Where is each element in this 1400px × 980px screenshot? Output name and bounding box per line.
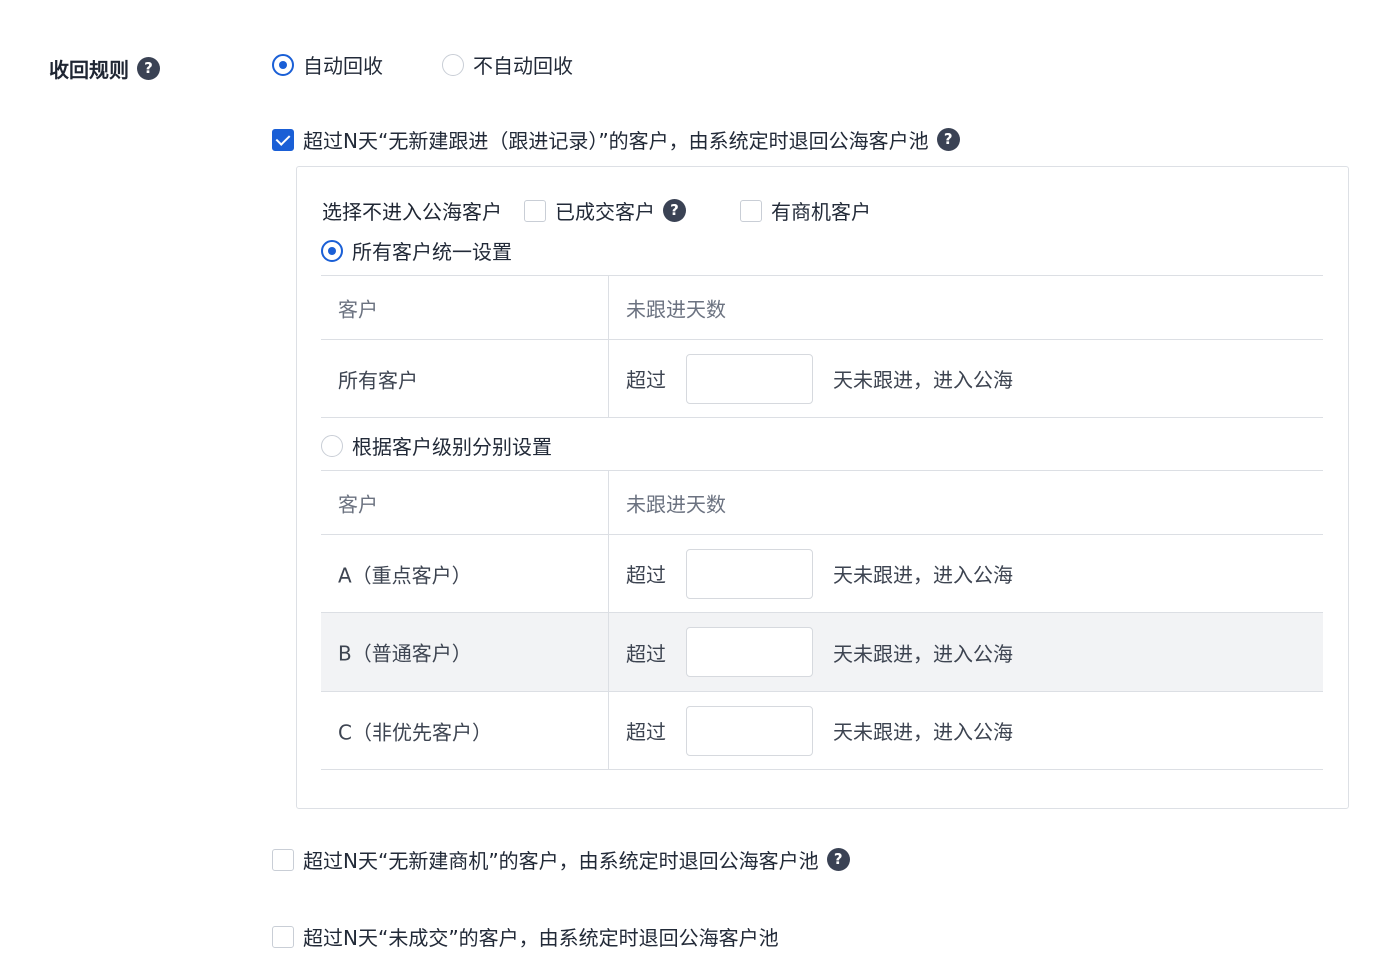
days-input-level-c[interactable] (686, 705, 813, 756)
radio-by-level-setting[interactable] (321, 434, 343, 457)
days-cell: 超过 天未跟进，进入公海 (626, 548, 1013, 599)
recovery-mode-auto[interactable]: 自动回收 (272, 50, 383, 79)
rule-deal-label: 超过N天“未成交”的客户，由系统定时退回公海客户池 (303, 926, 779, 950)
rule-opportunity-row[interactable]: 超过N天“无新建商机”的客户，由系统定时退回公海客户池 ? (272, 845, 850, 874)
days-suffix: 天未跟进，进入公海 (833, 368, 1013, 392)
days-prefix: 超过 (626, 368, 666, 392)
days-prefix: 超过 (626, 720, 666, 744)
section-title: 收回规则 (49, 58, 129, 82)
header-days: 未跟进天数 (626, 297, 726, 321)
question-circle-icon[interactable]: ? (826, 848, 850, 871)
radio-uniform-setting-label: 所有客户统一设置 (352, 240, 512, 264)
header-days: 未跟进天数 (626, 492, 726, 516)
table-row: 所有客户 超过 天未跟进，进入公海 (321, 340, 1323, 418)
customer-cell: 所有客户 (338, 368, 418, 392)
rule-followup-row[interactable]: 超过N天“无新建跟进（跟进记录）”的客户，由系统定时退回公海客户池 ? (272, 125, 960, 154)
customer-cell: C（非优先客户） (338, 720, 492, 744)
table-header-row: 客户 未跟进天数 (321, 275, 1323, 340)
header-customer: 客户 (338, 297, 378, 321)
exclude-opportunity-label: 有商机客户 (771, 200, 871, 224)
days-input-level-b[interactable] (686, 627, 813, 677)
exclude-closed-deal-label: 已成交客户 (555, 200, 655, 224)
uniform-setting-option[interactable]: 所有客户统一设置 (321, 236, 512, 265)
rule-deal-row[interactable]: 超过N天“未成交”的客户，由系统定时退回公海客户池 (272, 922, 779, 951)
radio-uniform-setting[interactable] (321, 239, 343, 262)
table-row: B（普通客户） 超过 天未跟进，进入公海 (321, 613, 1323, 692)
radio-no-auto-recovery[interactable] (442, 53, 464, 76)
by-level-setting-option[interactable]: 根据客户级别分别设置 (321, 431, 552, 460)
rule-deal-checkbox[interactable] (272, 925, 294, 948)
rule-opportunity-checkbox[interactable] (272, 848, 294, 871)
radio-no-auto-recovery-label: 不自动回收 (473, 54, 573, 78)
rule-opportunity-label: 超过N天“无新建商机”的客户，由系统定时退回公海客户池 (303, 849, 819, 873)
by-level-table: 客户 未跟进天数 A（重点客户） 超过 天未跟进，进入公海 B（普通客户） 超过… (321, 470, 1323, 770)
customer-cell: A（重点客户） (338, 563, 472, 587)
table-row: C（非优先客户） 超过 天未跟进，进入公海 (321, 692, 1323, 770)
customer-cell: B（普通客户） (338, 641, 472, 666)
days-suffix: 天未跟进，进入公海 (833, 641, 1013, 666)
rule-followup-checkbox[interactable] (272, 128, 294, 151)
radio-by-level-setting-label: 根据客户级别分别设置 (352, 435, 552, 459)
question-circle-icon[interactable]: ? (663, 199, 686, 222)
days-cell: 超过 天未跟进，进入公海 (626, 705, 1013, 756)
days-prefix: 超过 (626, 563, 666, 587)
recovery-mode-manual[interactable]: 不自动回收 (442, 50, 573, 79)
uniform-table: 客户 未跟进天数 所有客户 超过 天未跟进，进入公海 (321, 275, 1323, 418)
exclude-closed-deal-checkbox[interactable] (524, 199, 546, 222)
rule-followup-label: 超过N天“无新建跟进（跟进记录）”的客户，由系统定时退回公海客户池 (303, 129, 929, 153)
days-input-level-a[interactable] (686, 548, 813, 599)
days-cell: 超过 天未跟进，进入公海 (626, 353, 1013, 404)
table-header-row: 客户 未跟进天数 (321, 470, 1323, 535)
question-circle-icon[interactable]: ? (936, 128, 960, 151)
section-title-row: 收回规则 ? (49, 54, 160, 83)
header-customer: 客户 (338, 492, 378, 516)
days-prefix: 超过 (626, 641, 666, 666)
days-suffix: 天未跟进，进入公海 (833, 563, 1013, 587)
table-row: A（重点客户） 超过 天未跟进，进入公海 (321, 535, 1323, 613)
radio-auto-recovery[interactable] (272, 53, 294, 76)
days-cell: 超过 天未跟进，进入公海 (626, 627, 1013, 677)
exclude-opportunity-checkbox[interactable] (740, 199, 762, 222)
radio-auto-recovery-label: 自动回收 (303, 54, 383, 78)
exclude-row: 选择不进入公海客户 已成交客户 ? 有商机客户 (322, 196, 871, 225)
days-suffix: 天未跟进，进入公海 (833, 720, 1013, 744)
question-circle-icon[interactable]: ? (137, 57, 160, 80)
days-input-all[interactable] (686, 353, 813, 404)
exclude-label: 选择不进入公海客户 (322, 200, 502, 224)
